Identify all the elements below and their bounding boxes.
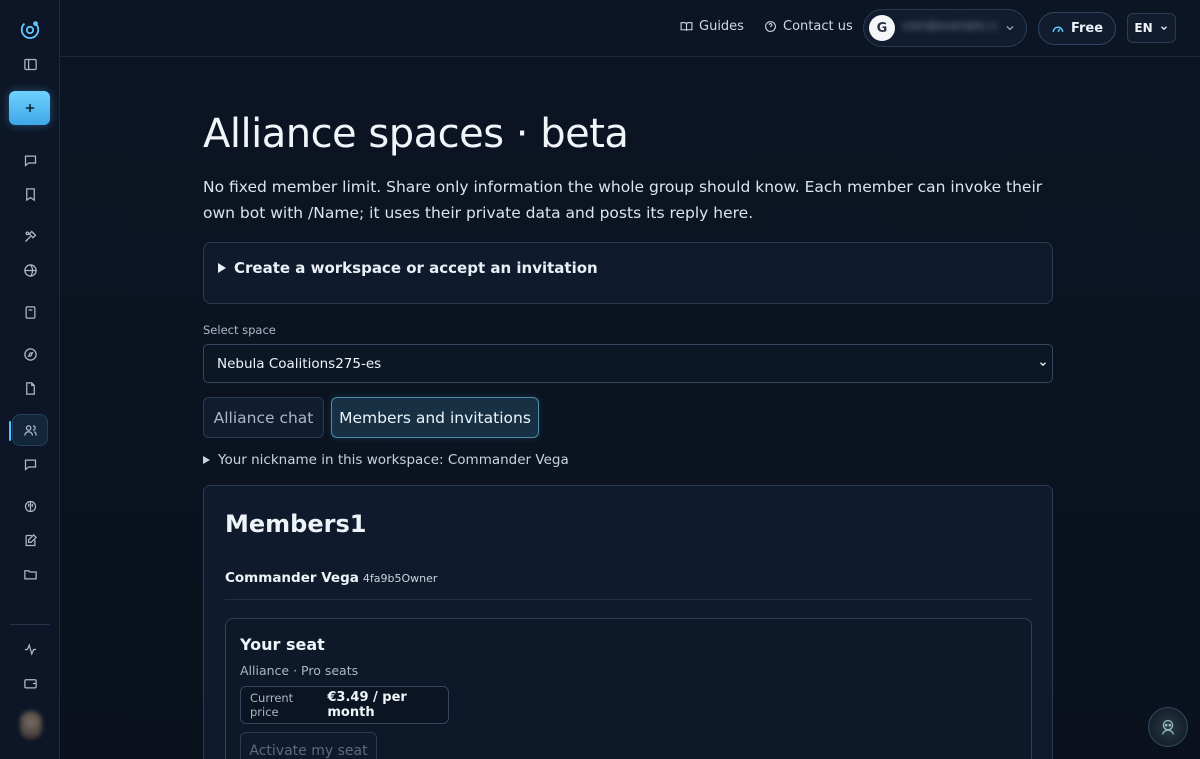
member-row: Commander Vega 4fa9b5Owner xyxy=(225,570,437,586)
account-avatar: G xyxy=(869,15,895,41)
seat-title: Your seat xyxy=(240,635,325,654)
chat-icon[interactable] xyxy=(12,144,48,176)
account-email: user@example.com xyxy=(902,19,997,32)
sidebar-divider xyxy=(10,624,50,625)
wallet-icon[interactable] xyxy=(12,667,48,699)
globe-icon[interactable] xyxy=(12,254,48,286)
price-label: Current price xyxy=(250,691,294,719)
document-icon[interactable] xyxy=(12,372,48,404)
contact-label: Contact us xyxy=(783,19,853,34)
member-name: Commander Vega xyxy=(225,570,359,586)
sidebar xyxy=(0,0,60,759)
price-value: €3.49 / per month xyxy=(327,690,407,720)
topbar: Guides Contact us G user@example.com Fre… xyxy=(60,0,1200,57)
price-box: Current price €3.49 / per month xyxy=(240,686,449,724)
robot-avatar-icon xyxy=(1161,719,1175,735)
create-workspace-details[interactable]: Create a workspace or accept an invitati… xyxy=(203,242,1053,304)
page-description: No fixed member limit. Share only inform… xyxy=(203,178,1043,222)
create-workspace-label: Create a workspace or accept an invitati… xyxy=(234,259,598,277)
language-select[interactable]: EN xyxy=(1127,13,1176,43)
edit-icon[interactable] xyxy=(12,524,48,556)
members-card: Members1 Commander Vega 4fa9b5Owner Your… xyxy=(203,485,1053,759)
seat-card: Your seat Alliance · Pro seats Current p… xyxy=(225,618,1032,759)
tab-members-invitations[interactable]: Members and invitations xyxy=(331,397,539,438)
space-select-value: Nebula Coalitions275-es xyxy=(217,356,382,372)
chevron-down-icon xyxy=(1160,26,1167,31)
account-menu[interactable]: G user@example.com xyxy=(863,9,1027,47)
member-divider xyxy=(225,599,1033,600)
chevron-down-icon xyxy=(1040,362,1046,367)
new-chat-button[interactable] xyxy=(9,91,50,125)
members-title: Members1 xyxy=(225,510,367,538)
plan-button[interactable]: Free xyxy=(1038,12,1116,45)
guides-label: Guides xyxy=(699,19,744,34)
calculator-icon[interactable] xyxy=(12,296,48,328)
guides-link[interactable]: Guides xyxy=(680,19,744,34)
app-root: Guides Contact us G user@example.com Fre… xyxy=(0,0,1200,759)
plus-icon xyxy=(25,103,34,113)
activate-seat-button[interactable]: Activate my seat xyxy=(240,732,377,759)
bookmark-icon[interactable] xyxy=(12,178,48,210)
contact-link[interactable]: Contact us xyxy=(764,19,853,34)
tools-icon[interactable] xyxy=(12,220,48,252)
brain-icon[interactable] xyxy=(12,490,48,522)
disclosure-triangle-icon xyxy=(203,456,210,464)
help-circle-icon xyxy=(765,21,776,32)
create-workspace-summary[interactable]: Create a workspace or accept an invitati… xyxy=(218,259,598,277)
language-value: EN xyxy=(1134,21,1153,35)
users-icon[interactable] xyxy=(9,414,48,446)
compass-icon[interactable] xyxy=(12,338,48,370)
message-icon[interactable] xyxy=(12,448,48,480)
page-title: Alliance spaces · beta xyxy=(203,111,629,157)
space-select[interactable]: Nebula Coalitions275-es xyxy=(203,344,1053,383)
activity-icon[interactable] xyxy=(12,633,48,665)
member-meta: 4fa9b5Owner xyxy=(362,572,438,585)
select-space-label: Select space xyxy=(203,323,276,337)
chevron-down-icon xyxy=(1006,26,1014,31)
tab-alliance-chat[interactable]: Alliance chat xyxy=(203,397,324,438)
folder-icon[interactable] xyxy=(12,558,48,590)
disclosure-triangle-icon xyxy=(218,263,226,273)
user-avatar[interactable] xyxy=(20,711,42,739)
assistant-bubble[interactable] xyxy=(1148,707,1188,747)
plan-label: Free xyxy=(1070,21,1104,36)
logo-icon[interactable] xyxy=(12,14,48,46)
book-icon xyxy=(680,22,693,31)
gauge-icon xyxy=(1052,26,1064,32)
nickname-details[interactable]: Your nickname in this workspace: Command… xyxy=(203,452,569,468)
seat-subtitle: Alliance · Pro seats xyxy=(240,663,359,678)
panel-toggle-icon[interactable] xyxy=(12,48,48,80)
nickname-label: Your nickname in this workspace: Command… xyxy=(218,452,569,468)
